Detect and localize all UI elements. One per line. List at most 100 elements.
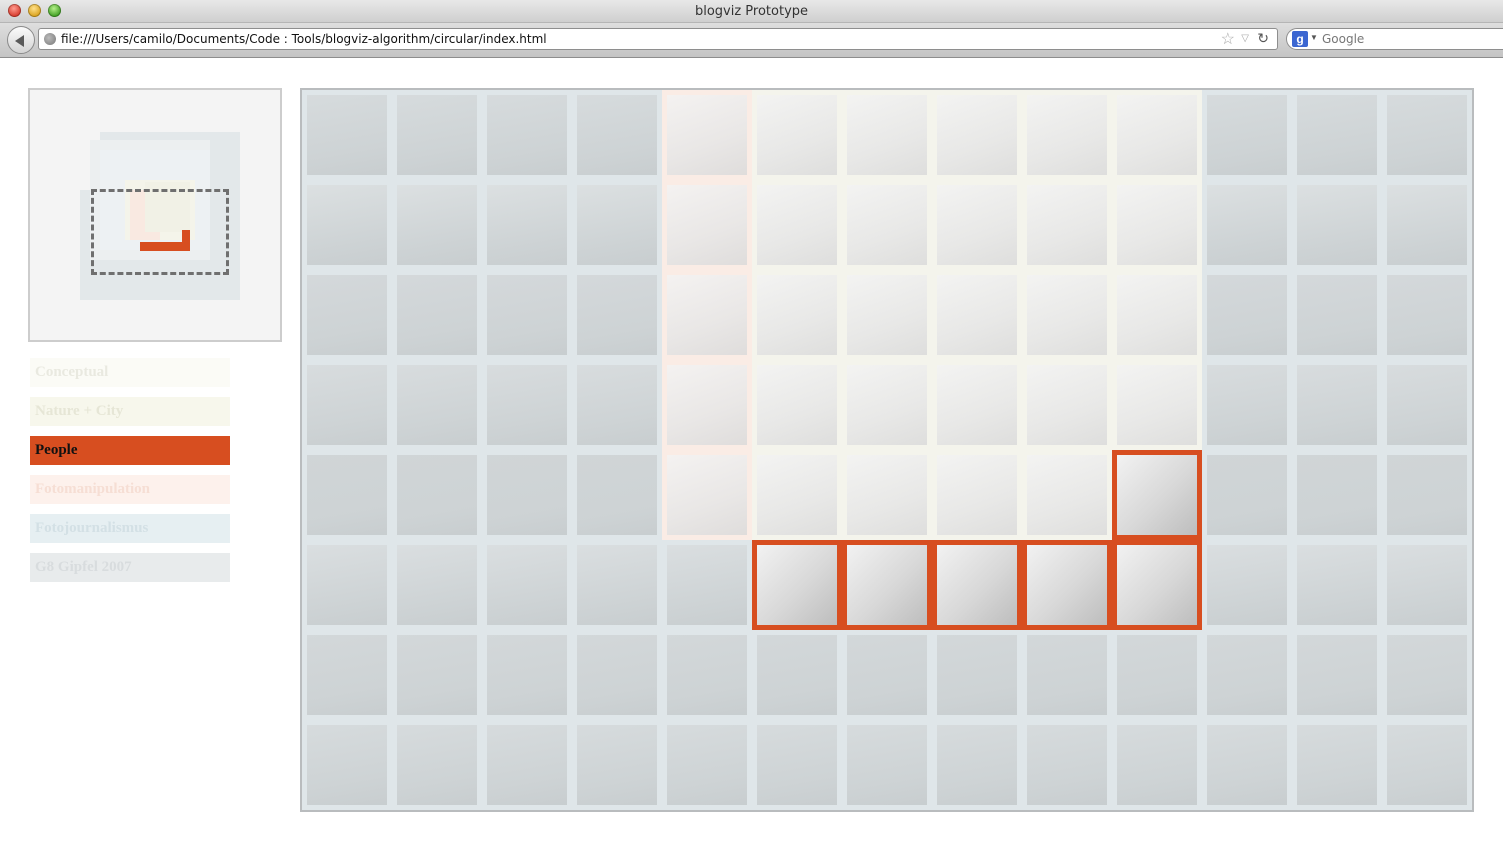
image-thumbnail[interactable]: [302, 360, 392, 450]
image-thumbnail[interactable]: [482, 720, 572, 810]
image-thumbnail[interactable]: [932, 180, 1022, 270]
google-logo-icon[interactable]: g: [1292, 31, 1308, 47]
image-thumbnail[interactable]: [572, 180, 662, 270]
image-thumbnail[interactable]: [1382, 720, 1472, 810]
image-thumbnail[interactable]: [572, 360, 662, 450]
reload-icon[interactable]: ↻: [1257, 30, 1269, 47]
image-thumbnail[interactable]: [1112, 90, 1202, 180]
image-thumbnail[interactable]: [302, 540, 392, 630]
image-thumbnail[interactable]: [1292, 180, 1382, 270]
image-thumbnail[interactable]: [1022, 90, 1112, 180]
search-engine-caret-icon[interactable]: ▼: [1310, 33, 1318, 42]
image-thumbnail[interactable]: [1112, 270, 1202, 360]
image-thumbnail[interactable]: [1022, 450, 1112, 540]
image-thumbnail[interactable]: [662, 360, 752, 450]
image-thumbnail[interactable]: [662, 180, 752, 270]
image-thumbnail[interactable]: [842, 90, 932, 180]
image-thumbnail[interactable]: [932, 270, 1022, 360]
image-thumbnail[interactable]: [1382, 540, 1472, 630]
image-thumbnail[interactable]: [1292, 360, 1382, 450]
image-thumbnail[interactable]: [1382, 450, 1472, 540]
image-thumbnail[interactable]: [572, 630, 662, 720]
category-item[interactable]: Fotomanipulation: [30, 475, 230, 504]
image-thumbnail[interactable]: [302, 90, 392, 180]
image-thumbnail[interactable]: [482, 180, 572, 270]
selected-thumbnail[interactable]: [1112, 540, 1202, 630]
image-thumbnail[interactable]: [572, 720, 662, 810]
selected-thumbnail[interactable]: [1022, 540, 1112, 630]
image-thumbnail[interactable]: [1292, 540, 1382, 630]
history-dropdown-icon[interactable]: ▽: [1241, 33, 1249, 44]
image-thumbnail[interactable]: [1112, 180, 1202, 270]
category-item[interactable]: Fotojournalismus: [30, 514, 230, 543]
image-thumbnail[interactable]: [392, 90, 482, 180]
image-thumbnail[interactable]: [392, 270, 482, 360]
category-item[interactable]: Nature + City: [30, 397, 230, 426]
image-thumbnail[interactable]: [752, 630, 842, 720]
image-thumbnail[interactable]: [1022, 360, 1112, 450]
image-thumbnail[interactable]: [662, 450, 752, 540]
back-button[interactable]: [7, 26, 35, 54]
address-bar[interactable]: file:///Users/camilo/Documents/Code : To…: [38, 28, 1278, 50]
image-thumbnail[interactable]: [1022, 630, 1112, 720]
image-thumbnail[interactable]: [1202, 450, 1292, 540]
image-thumbnail[interactable]: [1112, 630, 1202, 720]
image-thumbnail[interactable]: [1382, 270, 1472, 360]
image-thumbnail[interactable]: [572, 540, 662, 630]
image-thumbnail[interactable]: [752, 360, 842, 450]
category-item[interactable]: People: [30, 436, 230, 465]
image-thumbnail[interactable]: [842, 450, 932, 540]
image-thumbnail[interactable]: [482, 630, 572, 720]
image-thumbnail[interactable]: [1292, 450, 1382, 540]
image-thumbnail[interactable]: [662, 720, 752, 810]
image-thumbnail[interactable]: [1112, 360, 1202, 450]
image-thumbnail[interactable]: [932, 90, 1022, 180]
image-thumbnail[interactable]: [392, 630, 482, 720]
overview-minimap[interactable]: [28, 88, 282, 342]
image-thumbnail[interactable]: [932, 450, 1022, 540]
image-thumbnail[interactable]: [392, 720, 482, 810]
image-thumbnail[interactable]: [1202, 540, 1292, 630]
image-thumbnail[interactable]: [662, 90, 752, 180]
image-thumbnail[interactable]: [482, 450, 572, 540]
image-thumbnail[interactable]: [482, 360, 572, 450]
bookmark-star-icon[interactable]: ☆: [1221, 29, 1235, 49]
image-thumbnail[interactable]: [392, 180, 482, 270]
image-thumbnail[interactable]: [572, 270, 662, 360]
image-thumbnail[interactable]: [392, 360, 482, 450]
selected-thumbnail[interactable]: [752, 540, 842, 630]
image-thumbnail[interactable]: [1022, 720, 1112, 810]
image-thumbnail[interactable]: [302, 450, 392, 540]
image-thumbnail[interactable]: [842, 360, 932, 450]
image-thumbnail[interactable]: [482, 90, 572, 180]
image-thumbnail[interactable]: [1292, 90, 1382, 180]
image-thumbnail[interactable]: [1022, 270, 1112, 360]
image-thumbnail[interactable]: [482, 540, 572, 630]
image-thumbnail[interactable]: [1112, 720, 1202, 810]
image-thumbnail[interactable]: [1382, 90, 1472, 180]
image-thumbnail[interactable]: [1292, 630, 1382, 720]
image-thumbnail[interactable]: [842, 270, 932, 360]
image-thumbnail[interactable]: [932, 630, 1022, 720]
selected-thumbnail[interactable]: [932, 540, 1022, 630]
selected-thumbnail[interactable]: [1112, 450, 1202, 540]
image-thumbnail[interactable]: [1382, 360, 1472, 450]
image-thumbnail[interactable]: [1202, 630, 1292, 720]
image-thumbnail[interactable]: [392, 450, 482, 540]
image-thumbnail[interactable]: [1292, 720, 1382, 810]
image-thumbnail[interactable]: [662, 630, 752, 720]
image-thumbnail[interactable]: [1292, 270, 1382, 360]
image-thumbnail[interactable]: [842, 180, 932, 270]
image-thumbnail[interactable]: [482, 270, 572, 360]
image-thumbnail[interactable]: [752, 180, 842, 270]
image-thumbnail[interactable]: [572, 450, 662, 540]
image-thumbnail[interactable]: [662, 270, 752, 360]
image-thumbnail[interactable]: [752, 270, 842, 360]
image-thumbnail[interactable]: [1382, 630, 1472, 720]
search-field[interactable]: g ▼ Google: [1286, 28, 1503, 50]
image-thumbnail[interactable]: [842, 630, 932, 720]
image-thumbnail[interactable]: [842, 720, 932, 810]
image-thumbnail[interactable]: [1202, 360, 1292, 450]
image-thumbnail[interactable]: [302, 630, 392, 720]
image-thumbnail[interactable]: [662, 540, 752, 630]
